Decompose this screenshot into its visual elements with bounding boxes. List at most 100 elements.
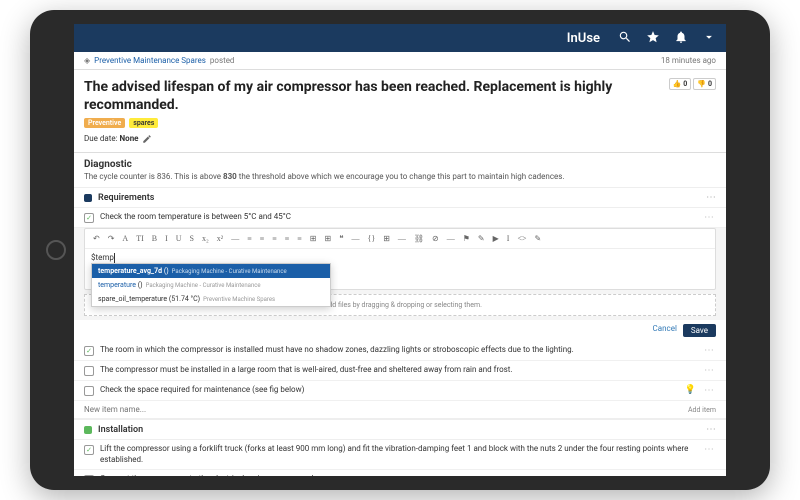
- editor-body[interactable]: $temp temperature_avg_7d ()Packaging Mac…: [85, 249, 715, 289]
- checklist-item[interactable]: ✓ The room in which the compressor is in…: [74, 341, 726, 361]
- group-dot-icon: [84, 194, 92, 202]
- toolbar-button[interactable]: ⊞: [320, 232, 335, 245]
- more-icon[interactable]: ⋯: [702, 474, 716, 476]
- toolbar-button[interactable]: B: [148, 232, 161, 245]
- thumbs-up-icon[interactable]: 👍 0: [669, 78, 692, 90]
- checklist-item[interactable]: ✓ Lift the compressor using a forklift t…: [74, 440, 726, 470]
- rich-text-editor: ↶↷ATIBIUSx₂x²—≡≡≡≡≡⊞⊞❝—{}⊞—⛓⊘—⚑✎▶I<>✎ $t…: [84, 228, 716, 290]
- checkbox-checked-icon[interactable]: ✓: [84, 445, 94, 455]
- toolbar-button[interactable]: —: [348, 232, 364, 245]
- screen: InUse ◈ Preventive Maintenance Spares po…: [74, 24, 726, 476]
- toolbar-button[interactable]: <>: [513, 232, 530, 245]
- toolbar-button[interactable]: ↶: [89, 232, 104, 245]
- hint-icon[interactable]: 💡: [685, 385, 696, 395]
- checklist-item[interactable]: ✓ Connect the compressor to the electric…: [74, 470, 726, 476]
- autocomplete-option[interactable]: temperature_avg_7d ()Packaging Machine -…: [92, 264, 330, 278]
- autocomplete-dropdown: temperature_avg_7d ()Packaging Machine -…: [91, 263, 331, 307]
- installation-label: Installation: [98, 425, 143, 435]
- toolbar-button[interactable]: ❝: [335, 232, 347, 245]
- breadcrumb-category[interactable]: Preventive Maintenance Spares: [94, 56, 206, 65]
- more-icon[interactable]: ⋯: [702, 385, 716, 396]
- autocomplete-option[interactable]: temperature ()Packaging Machine - Curati…: [92, 278, 330, 292]
- requirements-label: Requirements: [98, 193, 154, 203]
- tags: Preventive spares: [84, 118, 716, 128]
- brand-name: InUse: [567, 31, 600, 46]
- toolbar-button[interactable]: ≡: [293, 232, 306, 245]
- checkbox-icon[interactable]: [84, 366, 94, 376]
- toolbar-button[interactable]: {}: [364, 232, 380, 245]
- more-icon[interactable]: ⋯: [702, 444, 716, 455]
- edit-due-icon[interactable]: [142, 134, 152, 144]
- checklist-item[interactable]: ✓ Check the room temperature is between …: [74, 208, 726, 228]
- group-dot-icon: [84, 426, 92, 434]
- toolbar-button[interactable]: ✎: [530, 232, 545, 245]
- toolbar-button[interactable]: S: [186, 232, 198, 245]
- toolbar-button[interactable]: ▶: [489, 232, 503, 245]
- toolbar-button[interactable]: ⚑: [459, 232, 474, 245]
- reactions: 👍 0 👎 0: [669, 78, 717, 90]
- autocomplete-option[interactable]: spare_oil_temperature (51.74 °C)Preventi…: [92, 292, 330, 306]
- toolbar-button[interactable]: —: [443, 232, 459, 245]
- diagnostic-text: The cycle counter is 836. This is above …: [74, 172, 726, 187]
- new-item-input[interactable]: [84, 405, 682, 414]
- toolbar-button[interactable]: ⊞: [306, 232, 321, 245]
- new-item-row: Add item: [74, 401, 726, 419]
- breadcrumb: ◈ Preventive Maintenance Spares posted 1…: [74, 52, 726, 70]
- user-menu-icon[interactable]: [702, 30, 716, 47]
- main-content: ◈ Preventive Maintenance Spares posted 1…: [74, 52, 726, 476]
- toolbar-button[interactable]: I: [503, 232, 514, 245]
- checkbox-icon[interactable]: [84, 386, 94, 396]
- top-nav: InUse: [74, 24, 726, 52]
- timestamp: 18 minutes ago: [661, 56, 716, 65]
- checkbox-checked-icon[interactable]: ✓: [84, 213, 94, 223]
- toolbar-button[interactable]: ≡: [256, 232, 269, 245]
- toolbar-button[interactable]: I: [161, 232, 172, 245]
- toolbar-button[interactable]: A: [118, 232, 132, 245]
- tag-spares[interactable]: spares: [129, 118, 158, 128]
- save-button[interactable]: Save: [683, 324, 716, 337]
- add-item-button[interactable]: Add item: [688, 406, 716, 414]
- more-icon[interactable]: ⋯: [702, 345, 716, 356]
- more-icon[interactable]: ⋯: [702, 212, 716, 223]
- checkbox-checked-icon[interactable]: ✓: [84, 475, 94, 476]
- checklist-item[interactable]: Check the space required for maintenance…: [74, 381, 726, 401]
- bell-icon[interactable]: [674, 30, 688, 47]
- toolbar-button[interactable]: ≡: [281, 232, 294, 245]
- home-button[interactable]: [46, 240, 66, 260]
- toolbar-button[interactable]: ≡: [243, 232, 256, 245]
- requirements-header[interactable]: Requirements ⋯: [74, 187, 726, 208]
- toolbar-button[interactable]: ⊘: [428, 232, 443, 245]
- more-icon[interactable]: ⋯: [702, 365, 716, 376]
- tablet-frame: InUse ◈ Preventive Maintenance Spares po…: [30, 10, 770, 490]
- editor-toolbar: ↶↷ATIBIUSx₂x²—≡≡≡≡≡⊞⊞❝—{}⊞—⛓⊘—⚑✎▶I<>✎: [85, 229, 715, 249]
- toolbar-button[interactable]: ⛓: [410, 232, 428, 245]
- more-icon[interactable]: ⋯: [706, 192, 716, 203]
- search-icon[interactable]: [618, 30, 632, 47]
- toolbar-button[interactable]: ✎: [474, 232, 489, 245]
- toolbar-button[interactable]: TI: [132, 232, 148, 245]
- editor-actions: Cancel Save: [74, 320, 726, 341]
- tag-preventive[interactable]: Preventive: [84, 118, 125, 128]
- more-icon[interactable]: ⋯: [706, 424, 716, 435]
- toolbar-button[interactable]: ≡: [268, 232, 281, 245]
- toolbar-button[interactable]: x²: [213, 232, 227, 245]
- toolbar-button[interactable]: U: [172, 232, 186, 245]
- toolbar-button[interactable]: x₂: [198, 232, 213, 245]
- cancel-button[interactable]: Cancel: [653, 324, 677, 337]
- checkbox-checked-icon[interactable]: ✓: [84, 346, 94, 356]
- toolbar-button[interactable]: —: [394, 232, 410, 245]
- toolbar-button[interactable]: ⊞: [379, 232, 394, 245]
- post-title: The advised lifespan of my air compresso…: [84, 78, 716, 114]
- star-icon[interactable]: [646, 30, 660, 47]
- editor-text: $temp: [91, 253, 114, 262]
- thumbs-down-icon[interactable]: 👎 0: [693, 78, 716, 90]
- due-date: Due date: None: [84, 134, 716, 144]
- toolbar-button[interactable]: —: [227, 232, 243, 245]
- category-icon: ◈: [84, 56, 90, 65]
- breadcrumb-status: posted: [210, 56, 235, 65]
- diagnostic-heading: Diagnostic: [74, 153, 726, 172]
- checklist-item[interactable]: The compressor must be installed in a la…: [74, 361, 726, 381]
- toolbar-button[interactable]: ↷: [104, 232, 119, 245]
- installation-header[interactable]: Installation ⋯: [74, 419, 726, 440]
- post-header: 👍 0 👎 0 The advised lifespan of my air c…: [74, 70, 726, 153]
